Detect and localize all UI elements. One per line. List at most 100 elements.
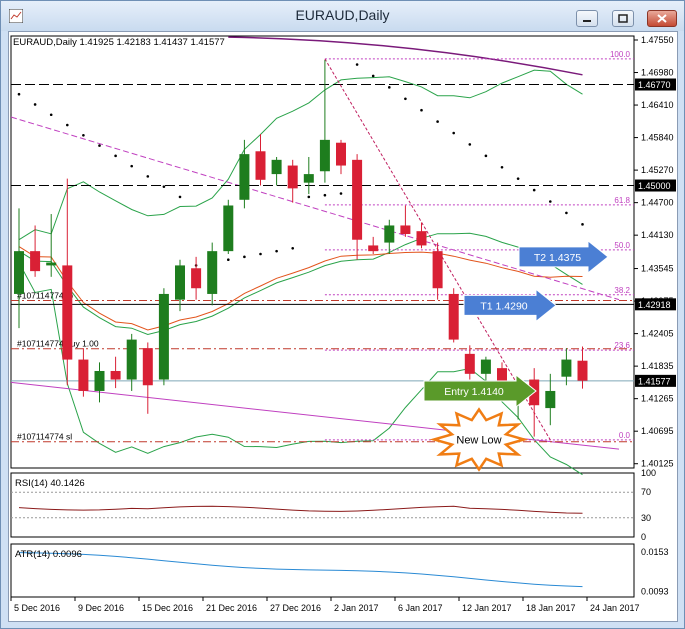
parabolic-sar-dot — [178, 195, 182, 199]
candle-bull — [223, 205, 234, 252]
parabolic-sar-dot — [355, 63, 359, 66]
price-chart[interactable]: 100.061.850.038.223.60.0#107114774 tp#10… — [9, 32, 677, 621]
minimize-button[interactable] — [576, 10, 598, 27]
candle-bull — [158, 293, 169, 380]
time-axis-label: 18 Jan 2017 — [526, 603, 576, 613]
candle-bear — [416, 231, 427, 246]
time-axis-label: 12 Jan 2017 — [462, 603, 512, 613]
candle-bull — [384, 225, 395, 243]
parabolic-sar-dot — [388, 86, 391, 89]
candle-bear — [255, 151, 266, 180]
candle-bull — [239, 154, 250, 200]
parabolic-sar-dot — [243, 255, 246, 259]
candle-bull — [319, 139, 330, 172]
parabolic-sar-dot — [49, 113, 53, 117]
parabolic-sar-dot — [484, 154, 488, 158]
price-axis-label: 1.42405 — [641, 329, 674, 339]
parabolic-sar-dot — [259, 252, 262, 256]
price-axis-label: 1.41265 — [641, 394, 674, 404]
price-axis-label: 1.46410 — [641, 100, 674, 110]
price-label-text: 1.45000 — [638, 181, 671, 191]
candle-bear — [368, 245, 379, 252]
fibonacci-level-label: 50.0 — [614, 241, 630, 250]
rsi-axis-label: 0 — [641, 532, 646, 542]
restore-icon — [618, 14, 628, 23]
parabolic-sar-dot — [146, 175, 150, 178]
candle-bull — [175, 265, 185, 300]
time-axis-label: 9 Dec 2016 — [78, 603, 124, 613]
candle-bull — [561, 359, 572, 377]
fibonacci-level-label: 61.8 — [614, 196, 630, 205]
time-axis-label: 6 Jan 2017 — [398, 603, 443, 613]
candle-bull — [480, 359, 491, 374]
entry-callout-label: Entry 1.4140 — [444, 386, 504, 398]
parabolic-sar-dot — [17, 92, 21, 96]
candle-bear — [400, 225, 411, 235]
rsi-axis-label: 100 — [641, 468, 656, 478]
price-label-text: 1.42918 — [638, 300, 671, 310]
fibonacci-level-label: 100.0 — [610, 50, 631, 59]
parabolic-sar-dot — [323, 193, 327, 197]
new-low-label: New Low — [456, 434, 501, 446]
atr-header: ATR(14) 0.0096 — [15, 549, 82, 560]
parabolic-sar-dot — [82, 133, 85, 137]
parabolic-sar-dot — [371, 74, 375, 78]
parabolic-sar-dot — [436, 120, 439, 123]
candle-bull — [126, 339, 137, 380]
price-axis-label: 1.43545 — [641, 264, 674, 274]
candle-bear — [336, 142, 346, 166]
candle-bear — [110, 370, 121, 380]
candle-bull — [271, 159, 282, 175]
chart-client-area[interactable]: 100.0 61.8 50.0 38.2 23.6 0.0 #107114774 tp #10… — [8, 31, 678, 622]
parabolic-sar-dot — [420, 108, 423, 112]
price-axis-label: 1.41835 — [641, 361, 674, 371]
candle-bull — [46, 262, 57, 266]
rsi-header: RSI(14) 40.1426 — [15, 478, 85, 489]
parabolic-sar-dot — [291, 246, 295, 250]
atr-axis-label: 0.0093 — [641, 587, 669, 597]
candle-bear — [448, 293, 459, 340]
price-axis-label: 1.45840 — [641, 133, 674, 143]
parabolic-sar-dot — [565, 211, 568, 215]
parabolic-sar-dot — [339, 192, 343, 195]
chart-window: EURAUD,Daily 100.0 61.8 50.0 38.2 23.6 0.0 #10… — [0, 0, 685, 629]
parabolic-sar-dot — [581, 223, 584, 226]
time-axis-label: 2 Jan 2017 — [334, 603, 379, 613]
time-axis-label: 24 Jan 2017 — [590, 603, 640, 613]
candle-bear — [142, 348, 153, 386]
rsi-panel-frame — [10, 472, 635, 538]
parabolic-sar-dot — [130, 164, 133, 168]
parabolic-sar-dot — [98, 144, 101, 147]
candle-bull — [303, 174, 314, 183]
candle-bull — [545, 390, 556, 409]
parabolic-sar-dot — [404, 97, 407, 101]
time-axis-label: 21 Dec 2016 — [206, 603, 257, 613]
close-button[interactable] — [647, 10, 677, 27]
fibonacci-level-label: 0.0 — [619, 431, 631, 440]
parabolic-sar-dot — [532, 188, 536, 192]
title-bar[interactable]: EURAUD,Daily — [1, 1, 684, 31]
candle-bear — [62, 265, 73, 360]
main-header: EURAUD,Daily 1.41925 1.42183 1.41437 1.4… — [13, 37, 225, 48]
price-axis-label: 1.47550 — [641, 35, 674, 45]
atr-axis-label: 0.0153 — [641, 547, 669, 557]
rsi-axis-label: 70 — [641, 487, 651, 497]
time-axis-label: 15 Dec 2016 — [142, 603, 193, 613]
parabolic-sar-dot — [549, 200, 552, 203]
close-icon — [657, 14, 667, 23]
price-axis-label: 1.44700 — [641, 198, 674, 208]
price-axis-label: 1.40695 — [641, 426, 674, 436]
parabolic-sar-dot — [307, 195, 311, 199]
candle-bear — [191, 268, 202, 289]
parabolic-sar-dot — [114, 154, 117, 158]
candle-bear — [352, 159, 363, 240]
restore-button[interactable] — [612, 10, 634, 27]
parabolic-sar-dot — [275, 249, 278, 253]
parabolic-sar-dot — [516, 177, 520, 180]
candle-bear — [577, 360, 588, 381]
parabolic-sar-dot — [227, 258, 230, 262]
candle-bear — [432, 251, 443, 289]
candle-bear — [78, 359, 89, 391]
order-level-label: #107114774 sl — [17, 432, 72, 442]
fibonacci-level-label: 38.2 — [614, 286, 630, 295]
